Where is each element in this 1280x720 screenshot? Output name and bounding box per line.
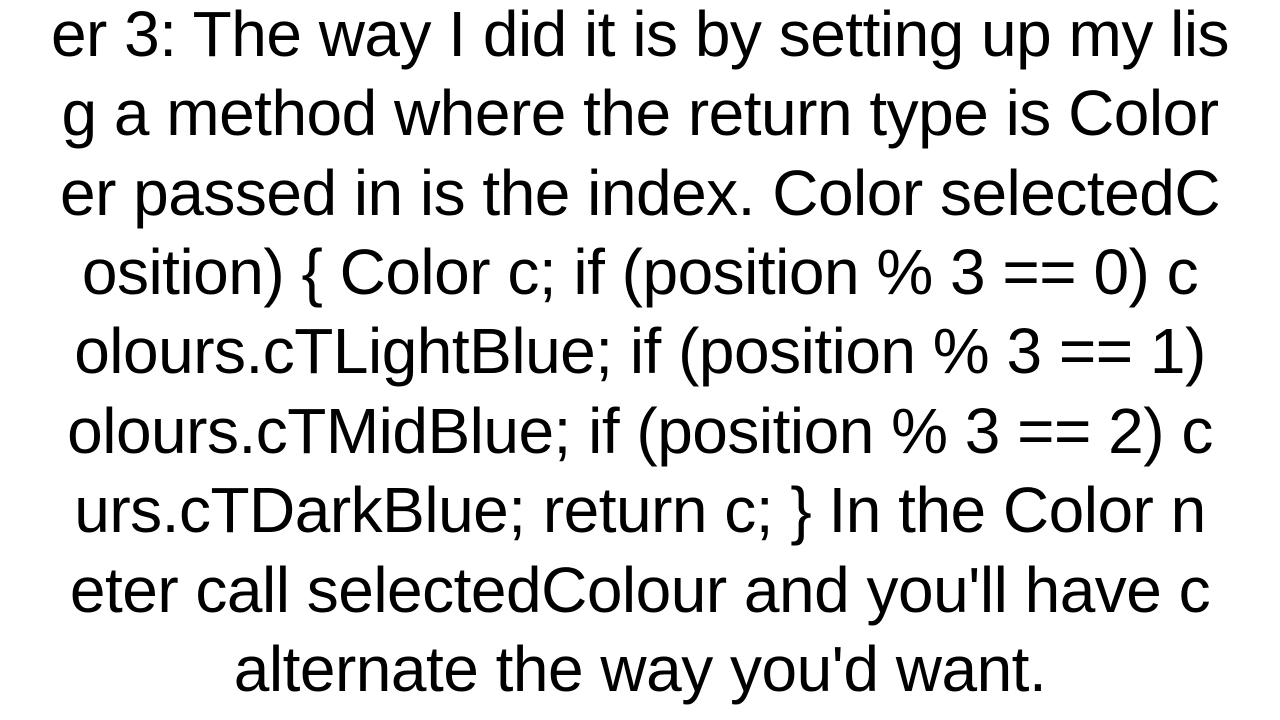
- text-line-4: osition) { Color c; if (position % 3 == …: [82, 236, 1198, 308]
- text-line-9: alternate the way you'd want.: [234, 633, 1046, 705]
- text-line-8: eter call selectedColour and you'll have…: [70, 554, 1210, 626]
- text-line-5: olours.cTLightBlue; if (position % 3 == …: [74, 315, 1206, 387]
- answer-text-block: er 3: The way I did it is by setting up …: [0, 0, 1280, 709]
- text-line-1: er 3: The way I did it is by setting up …: [51, 0, 1229, 70]
- text-line-2: g a method where the return type is Colo…: [62, 77, 1219, 149]
- text-line-7: urs.cTDarkBlue; return c; } In the Color…: [74, 474, 1205, 546]
- text-line-6: olours.cTMidBlue; if (position % 3 == 2)…: [67, 395, 1213, 467]
- text-line-3: er passed in is the index. Color selecte…: [60, 157, 1220, 229]
